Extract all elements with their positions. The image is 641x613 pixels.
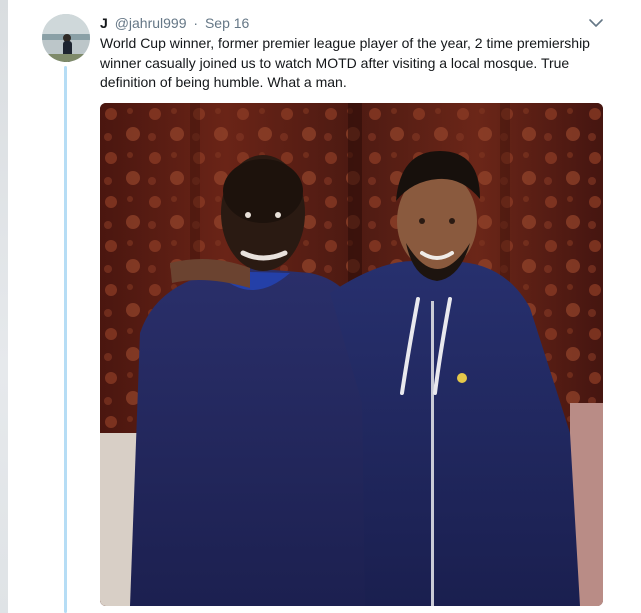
photo-image	[100, 103, 603, 606]
thread-line	[64, 66, 67, 613]
display-name[interactable]: J	[100, 15, 108, 31]
tweet-date[interactable]: Sep 16	[205, 15, 249, 31]
left-edge-strip	[0, 0, 8, 613]
chevron-down-icon[interactable]	[587, 14, 605, 32]
avatar-photo	[42, 14, 90, 62]
separator-dot: ·	[193, 15, 199, 31]
user-handle[interactable]: @jahrul999	[115, 15, 187, 31]
tweet-photo[interactable]	[100, 103, 603, 606]
tweet-text: World Cup winner, former premier league …	[100, 35, 590, 90]
tweet-header: J @jahrul999 · Sep 16	[100, 14, 249, 32]
tweet-card[interactable]: J @jahrul999 · Sep 16 World Cup winner, …	[8, 0, 641, 613]
avatar[interactable]	[42, 14, 90, 62]
